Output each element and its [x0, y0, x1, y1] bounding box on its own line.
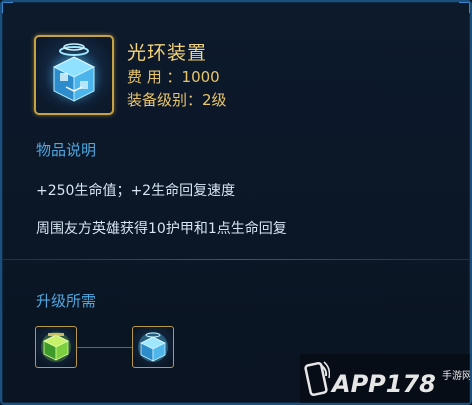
watermark-brand: APP178	[332, 370, 436, 398]
upgrade-connector	[77, 347, 132, 348]
phone-icon	[304, 361, 330, 397]
glowing-blue-cube-icon	[44, 43, 104, 107]
level-value: 2级	[202, 91, 227, 109]
watermark-tagline: 手游网	[442, 371, 472, 382]
cost-value: 1000	[181, 68, 220, 86]
description-title: 物品说明	[36, 141, 97, 159]
description-line: 周围友方英雄获得10护甲和1点生命回复	[36, 221, 287, 237]
upgrade-component-slot[interactable]	[132, 326, 174, 368]
upgrade-title: 升级所需	[36, 292, 97, 310]
corner-accent	[2, 2, 13, 13]
level-label: 装备级别：	[127, 91, 203, 109]
watermark: APP178 手游网	[300, 354, 472, 403]
description-line: +250生命值；+2生命回复速度	[36, 183, 236, 199]
item-cost: 费 用 ：1000	[127, 66, 220, 87]
blue-crystal-cube-icon	[138, 332, 168, 362]
cost-label: 费 用 ：	[127, 68, 182, 86]
item-icon-frame[interactable]	[34, 35, 114, 115]
corner-accent	[459, 2, 470, 13]
green-crystal-cube-icon	[41, 332, 71, 362]
section-divider	[2, 259, 470, 260]
item-tooltip: 光环装置 费 用 ：1000 装备级别：2级 物品说明 +250生命值；+2生命…	[0, 0, 472, 405]
upgrade-component-slot[interactable]	[35, 326, 77, 368]
item-level: 装备级别：2级	[127, 89, 227, 110]
item-name: 光环装置	[127, 42, 208, 64]
